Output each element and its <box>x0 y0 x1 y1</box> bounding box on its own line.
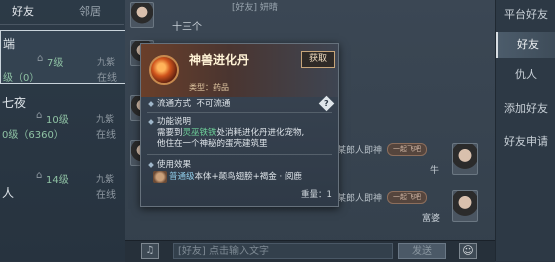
friend-entry[interactable]: ⌂ 14级 九紫 人 在线 <box>0 150 124 201</box>
circulation-value: 不可流通 <box>196 99 231 109</box>
divider <box>147 154 332 155</box>
effect-title-row: 使用效果 <box>148 160 192 171</box>
friend-name: 端 <box>3 37 16 51</box>
friend-badge: 九紫 <box>96 175 115 185</box>
effect-line: 普通级本体+颠鸟翅膀+褐金 · 阅鹿 <box>169 172 302 183</box>
friend-status: 在线 <box>96 130 116 141</box>
friend-level-small: 14级 <box>46 175 69 186</box>
friend-level-small: 7级 <box>47 58 64 69</box>
friend-entry[interactable]: 七夜 ⌂ 10级 九紫 0级（6360） 在线 <box>0 90 124 142</box>
nav-platform-friends[interactable]: 平台好友 <box>496 2 555 28</box>
channel-prefix: [好友] <box>178 246 206 257</box>
friend-entry[interactable]: 端 ⌂ 7级 九紫 级（0） 在线 <box>0 30 126 84</box>
function-title: 功能说明 <box>157 117 192 127</box>
bullet-icon <box>148 161 154 168</box>
function-title-row: 功能说明 <box>148 117 192 128</box>
bullet-icon <box>148 118 154 125</box>
func-pre: 需要到 <box>157 128 183 138</box>
friend-level-small: 10级 <box>46 115 69 126</box>
input-placeholder: 点击输入文字 <box>209 246 269 257</box>
message-input[interactable]: [好友] 点击输入文字 <box>173 243 393 259</box>
friend-status: 在线 <box>97 73 117 84</box>
friend-name: 七夜 <box>2 96 27 110</box>
effect-desc: 本体+颠鸟翅膀+褐金 · 阅鹿 <box>194 172 302 182</box>
friend-badge: 九紫 <box>96 115 115 125</box>
function-line-1: 需要到灵巫铁铁处消耗进化丹进化宠物, <box>157 128 304 139</box>
chat-tag: 一起飞吧 <box>387 143 427 156</box>
voice-icon[interactable]: ♫ <box>141 243 159 259</box>
nav-friend-requests[interactable]: 好友申请 <box>496 129 555 155</box>
item-type: 类型：药品 <box>189 83 229 92</box>
nav-add-friend[interactable]: 添加好友 <box>496 96 555 122</box>
nav-enemies[interactable]: 仇人 <box>496 62 555 88</box>
chat-sender-name: 富婆 <box>422 214 441 224</box>
emoji-icon[interactable]: ☺ <box>459 243 477 259</box>
friend-badge: 九紫 <box>97 58 116 68</box>
friend-level: 0级（6360） <box>2 130 64 141</box>
chat-sub-text: 十三个 <box>172 22 202 33</box>
chat-tag: 一起飞吧 <box>387 191 427 204</box>
friend-status: 在线 <box>96 190 116 201</box>
chat-header-text: [好友] 妍晴 <box>232 3 278 13</box>
item-tooltip: 神兽进化丹 获取 类型：药品 流通方式 不可流通 ? 功能说明 需要到灵巫铁铁处… <box>140 43 339 207</box>
item-title: 神兽进化丹 <box>189 53 250 67</box>
help-mark: ? <box>324 98 329 108</box>
house-icon: ⌂ <box>37 53 44 64</box>
house-icon: ⌂ <box>36 110 43 121</box>
avatar[interactable] <box>452 143 478 175</box>
friend-list-panel: 好友 邻居 端 ⌂ 7级 九紫 级（0） 在线 七夜 ⌂ 10级 九紫 0级（6… <box>0 0 126 261</box>
tab-divider <box>0 24 124 25</box>
effect-tier: 普通级 <box>169 172 195 182</box>
tab-neighbors[interactable]: 邻居 <box>79 2 101 22</box>
avatar[interactable] <box>130 2 154 28</box>
pill-icon <box>149 55 179 85</box>
help-icon[interactable]: ? <box>318 95 335 112</box>
item-weight: 重量：1 <box>301 190 332 200</box>
friend-level: 级（0） <box>3 73 40 84</box>
obtain-button[interactable]: 获取 <box>301 51 335 68</box>
circulation-label: 流通方式 <box>157 99 192 109</box>
chat-sender-name: 牛 <box>430 166 440 176</box>
house-icon: ⌂ <box>36 170 43 181</box>
nav-friends[interactable]: 好友 <box>496 32 555 58</box>
bullet-icon <box>148 100 154 107</box>
npc-name[interactable]: 灵巫铁铁 <box>183 128 217 138</box>
chat-msg-text: 某郎人即神 <box>337 146 383 156</box>
function-line-2: 他住在一个神秘的蛋壳建筑里 <box>157 139 268 149</box>
circulation-row: 流通方式 不可流通 <box>148 99 231 110</box>
chat-msg-text: 某郎人即神 <box>337 194 383 204</box>
tab-friends[interactable]: 好友 <box>12 2 34 22</box>
divider <box>147 112 332 113</box>
right-nav: 平台好友 好友 仇人 添加好友 好友申请 <box>495 0 555 261</box>
send-button[interactable]: 发送 <box>398 243 446 259</box>
effect-title: 使用效果 <box>157 160 192 170</box>
avatar[interactable] <box>452 190 478 222</box>
friend-name: 人 <box>2 186 15 200</box>
func-post: 处消耗进化丹进化宠物, <box>216 128 305 138</box>
beast-icon <box>153 171 167 183</box>
